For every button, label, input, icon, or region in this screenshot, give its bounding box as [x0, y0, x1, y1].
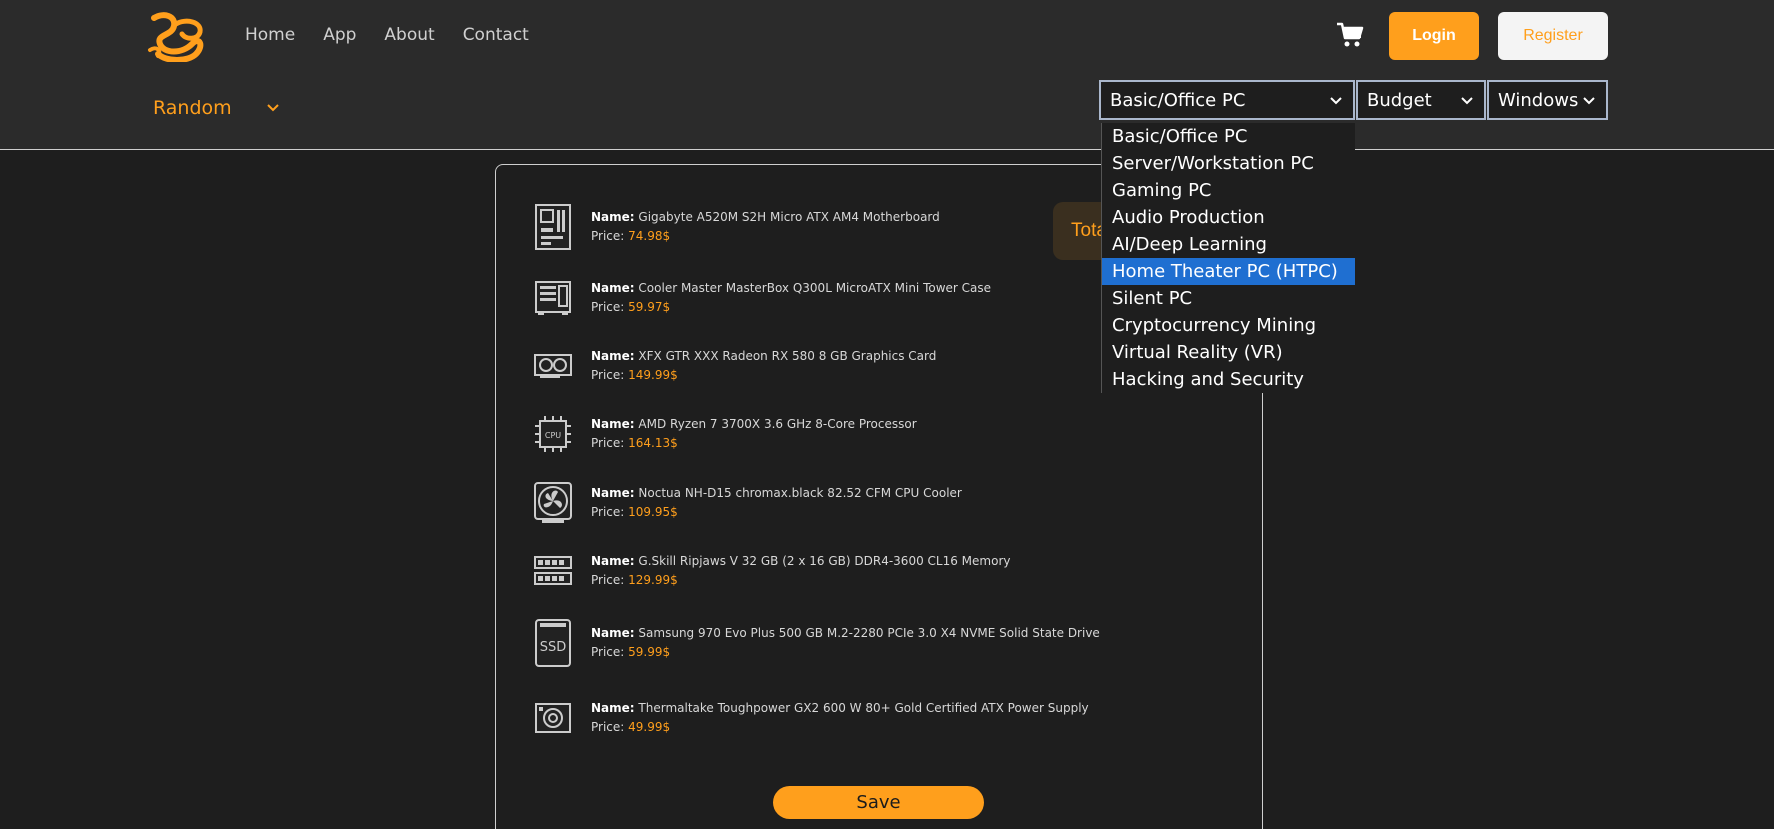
item-price: 149.99$ — [628, 368, 678, 382]
name-label: Name: — [591, 626, 635, 640]
item-name: Cooler Master MasterBox Q300L MicroATX M… — [638, 281, 992, 295]
login-button[interactable]: Login — [1389, 12, 1479, 60]
random-label: Random — [153, 97, 232, 119]
dropdown-option[interactable]: Cryptocurrency Mining — [1102, 312, 1355, 339]
logo-icon[interactable] — [146, 10, 208, 62]
name-label: Name: — [591, 210, 635, 224]
price-label: Price: — [591, 645, 625, 659]
top-header: Home App About Contact Login Register Ra… — [0, 0, 1774, 150]
price-label: Price: — [591, 505, 625, 519]
nav-app-link[interactable]: App — [323, 25, 356, 45]
item-price: 59.97$ — [628, 300, 671, 314]
list-item: Name: Thermaltake Toughpower GX2 600 W 8… — [534, 695, 1089, 741]
nav-about-link[interactable]: About — [384, 25, 434, 45]
dropdown-option[interactable]: Basic/Office PC — [1102, 123, 1355, 150]
item-price: 59.99$ — [628, 645, 671, 659]
price-label: Price: — [591, 436, 625, 450]
list-item: Name: G.Skill Ripjaws V 32 GB (2 x 16 GB… — [534, 548, 1010, 594]
chevron-down-icon — [266, 104, 279, 112]
list-item: Name: Cooler Master MasterBox Q300L Micr… — [534, 275, 991, 321]
dropdown-option[interactable]: Hacking and Security — [1102, 366, 1355, 393]
price-label: Price: — [591, 300, 625, 314]
dropdown-option[interactable]: Gaming PC — [1102, 177, 1355, 204]
list-item: CPU Name: AMD Ryzen 7 3700X 3.6 GHz 8-Co… — [534, 411, 917, 457]
dropdown-option[interactable]: Virtual Reality (VR) — [1102, 339, 1355, 366]
motherboard-icon — [535, 204, 571, 250]
chevron-down-icon — [1330, 97, 1342, 105]
price-label: Price: — [591, 229, 625, 243]
price-label: Price: — [591, 573, 625, 587]
price-label: Price: — [591, 720, 625, 734]
ssd-icon: SSD — [535, 619, 571, 667]
item-name: Samsung 970 Evo Plus 500 GB M.2-2280 PCI… — [638, 626, 1100, 640]
os-select[interactable]: Windows — [1487, 80, 1608, 120]
item-name: G.Skill Ripjaws V 32 GB (2 x 16 GB) DDR4… — [638, 554, 1011, 568]
list-item: Name: XFX GTR XXX Radeon RX 580 8 GB Gra… — [534, 343, 936, 389]
memory-icon — [534, 556, 572, 585]
name-label: Name: — [591, 701, 635, 715]
item-name: Thermaltake Toughpower GX2 600 W 80+ Gol… — [638, 701, 1089, 715]
item-name: Noctua NH-D15 chromax.black 82.52 CFM CP… — [638, 486, 962, 500]
chevron-down-icon — [1461, 97, 1473, 105]
budget-select[interactable]: Budget — [1356, 80, 1486, 120]
item-price: 109.95$ — [628, 505, 678, 519]
dropdown-option[interactable]: AI/Deep Learning — [1102, 231, 1355, 258]
dropdown-option-highlighted[interactable]: Home Theater PC (HTPC) — [1102, 258, 1355, 285]
name-label: Name: — [591, 554, 635, 568]
dropdown-option[interactable]: Silent PC — [1102, 285, 1355, 312]
item-name: AMD Ryzen 7 3700X 3.6 GHz 8-Core Process… — [638, 417, 917, 431]
name-label: Name: — [591, 417, 635, 431]
price-label: Price: — [591, 368, 625, 382]
chevron-down-icon — [1583, 97, 1595, 105]
nav-home-link[interactable]: Home — [245, 25, 295, 45]
pc-type-select[interactable]: Basic/Office PC — [1099, 80, 1355, 120]
item-price: 129.99$ — [628, 573, 678, 587]
power-supply-icon — [535, 703, 571, 733]
budget-value: Budget — [1367, 89, 1432, 111]
name-label: Name: — [591, 349, 635, 363]
main-nav: Home App About Contact — [245, 25, 529, 45]
list-item: Name: Gigabyte A520M S2H Micro ATX AM4 M… — [534, 204, 940, 250]
item-name: XFX GTR XXX Radeon RX 580 8 GB Graphics … — [638, 349, 937, 363]
cpu-cooler-icon — [534, 482, 572, 523]
item-name: Gigabyte A520M S2H Micro ATX AM4 Motherb… — [638, 210, 940, 224]
register-button[interactable]: Register — [1498, 12, 1608, 60]
list-item: SSD Name: Samsung 970 Evo Plus 500 GB M.… — [534, 619, 1100, 667]
list-item: Name: Noctua NH-D15 chromax.black 82.52 … — [534, 480, 962, 526]
item-price: 49.99$ — [628, 720, 671, 734]
nav-contact-link[interactable]: Contact — [463, 25, 529, 45]
os-value: Windows — [1498, 89, 1579, 111]
save-button[interactable]: Save — [773, 786, 984, 819]
svg-text:SSD: SSD — [540, 640, 567, 655]
item-price: 164.13$ — [628, 436, 678, 450]
pc-type-value: Basic/Office PC — [1110, 89, 1246, 111]
cart-icon[interactable] — [1336, 22, 1364, 48]
pc-type-dropdown-list: Basic/Office PC Server/Workstation PC Ga… — [1101, 123, 1355, 393]
graphics-card-icon — [534, 354, 572, 378]
dropdown-option[interactable]: Audio Production — [1102, 204, 1355, 231]
random-dropdown[interactable]: Random — [153, 97, 280, 119]
item-price: 74.98$ — [628, 229, 671, 243]
dropdown-option[interactable]: Server/Workstation PC — [1102, 150, 1355, 177]
case-icon — [535, 281, 571, 315]
svg-text:CPU: CPU — [545, 431, 561, 440]
name-label: Name: — [591, 486, 635, 500]
name-label: Name: — [591, 281, 635, 295]
cpu-icon: CPU — [535, 416, 571, 452]
